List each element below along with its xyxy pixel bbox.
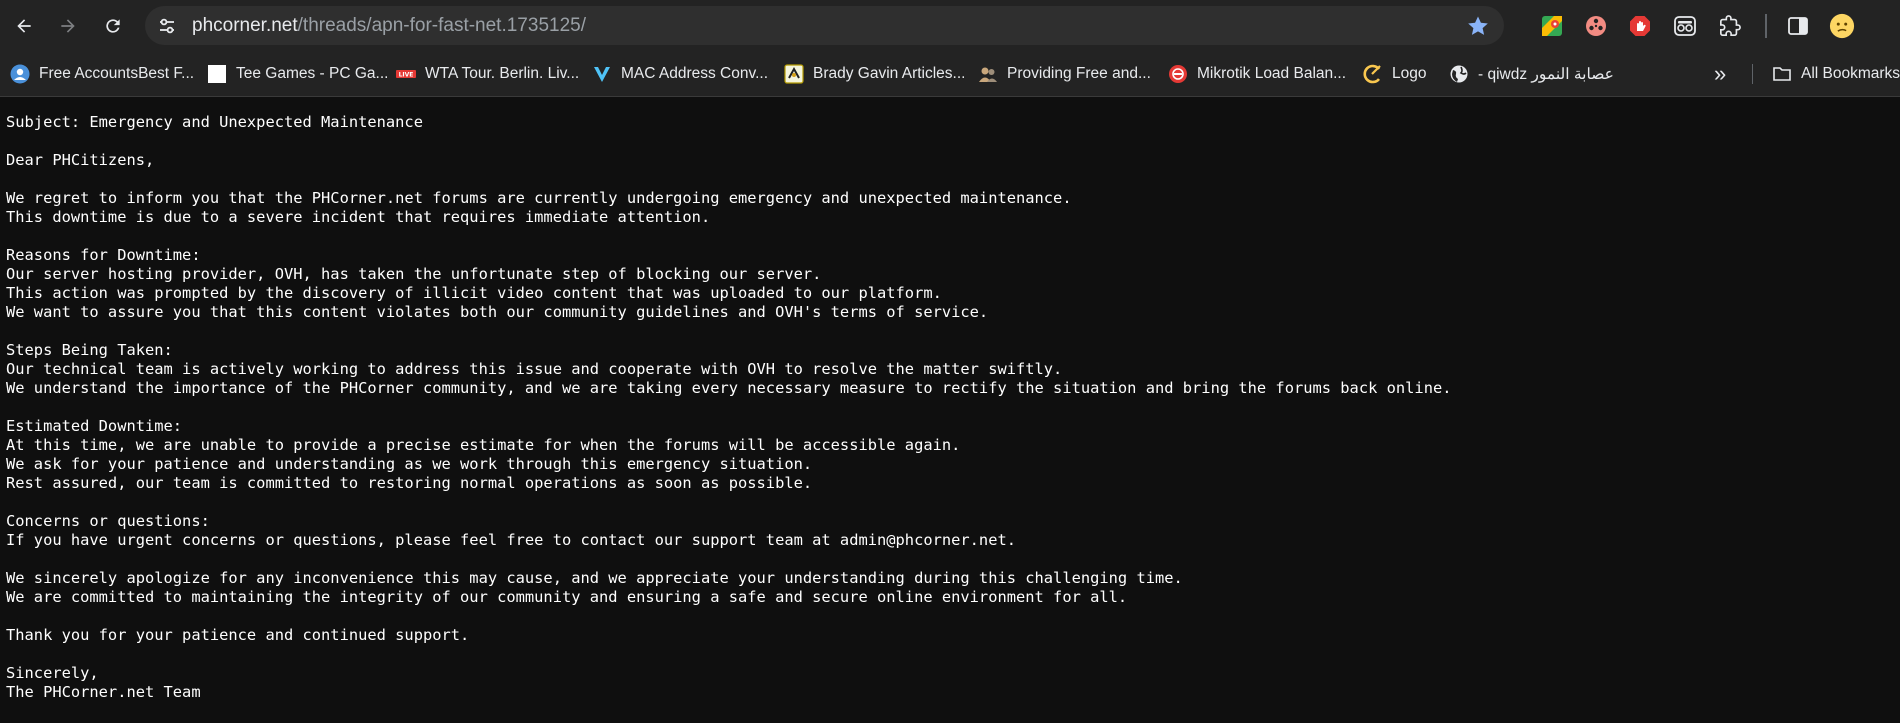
bookmark-item[interactable]: MAC Address Conv... bbox=[592, 51, 768, 97]
film-reel-extension-icon[interactable] bbox=[1583, 13, 1609, 39]
bookmark-item[interactable]: Free AccountsBest F... bbox=[10, 51, 194, 97]
maintenance-message: Subject: Emergency and Unexpected Mainte… bbox=[6, 113, 1886, 702]
bookmark-label: Brady Gavin Articles... bbox=[813, 65, 966, 82]
bookmark-item[interactable]: Mikrotik Load Balan... bbox=[1168, 51, 1346, 97]
message-line: Our technical team is actively working t… bbox=[6, 360, 1063, 378]
message-line: At this time, we are unable to provide a… bbox=[6, 436, 961, 454]
bookmark-label: Mikrotik Load Balan... bbox=[1197, 65, 1347, 82]
bookmark-item[interactable]: Logo bbox=[1363, 51, 1426, 97]
bookmarks-overflow-button[interactable]: » bbox=[1714, 51, 1726, 97]
message-line: Subject: Emergency and Unexpected Mainte… bbox=[6, 113, 423, 131]
folder-icon bbox=[1772, 64, 1792, 84]
profile-avatar-icon[interactable] bbox=[1829, 13, 1855, 39]
url-text[interactable]: phcorner.net/threads/apn-for-fast-net.17… bbox=[192, 6, 586, 45]
incognito-glasses-icon[interactable] bbox=[1672, 13, 1698, 39]
site-info-button[interactable] bbox=[156, 15, 178, 37]
all-bookmarks-label: All Bookmarks bbox=[1801, 65, 1900, 82]
star-icon[interactable] bbox=[1466, 14, 1490, 38]
bookmark-label: Providing Free and... bbox=[1007, 65, 1151, 82]
back-button[interactable] bbox=[8, 10, 40, 42]
bookmark-label: Tee Games - PC Ga... bbox=[236, 65, 389, 82]
message-line: Our server hosting provider, OVH, has ta… bbox=[6, 265, 822, 283]
browser-toolbar: phcorner.net/threads/apn-for-fast-net.17… bbox=[0, 0, 1900, 51]
tune-icon bbox=[160, 18, 174, 34]
bookmark-item[interactable]: Providing Free and... bbox=[978, 51, 1151, 97]
forward-button[interactable] bbox=[52, 10, 84, 42]
message-line: The PHCorner.net Team bbox=[6, 683, 201, 701]
bookmark-label: MAC Address Conv... bbox=[621, 65, 769, 82]
message-line: Reasons for Downtime: bbox=[6, 246, 201, 264]
message-line: Dear PHCitizens, bbox=[6, 151, 155, 169]
v-logo-icon bbox=[592, 64, 612, 84]
bookmark-item[interactable]: LIVE WTA Tour. Berlin. Liv... bbox=[396, 51, 579, 97]
bookmark-label: Logo bbox=[1392, 65, 1427, 82]
bookmark-item[interactable]: Tee Games - PC Ga... bbox=[207, 51, 388, 97]
reload-button[interactable] bbox=[97, 10, 129, 42]
message-line: Concerns or questions: bbox=[6, 512, 210, 530]
white-page-icon bbox=[207, 64, 227, 84]
all-bookmarks-button[interactable]: All Bookmarks bbox=[1772, 51, 1900, 97]
message-line: We ask for your patience and understandi… bbox=[6, 455, 813, 473]
bookmark-label: WTA Tour. Berlin. Liv... bbox=[425, 65, 580, 82]
message-line: We regret to inform you that the PHCorne… bbox=[6, 189, 1072, 207]
message-line: Sincerely, bbox=[6, 664, 99, 682]
live-badge-icon: LIVE bbox=[396, 64, 416, 84]
bookmark-item[interactable]: - qiwdz عصابة النمور bbox=[1449, 51, 1614, 97]
chevron-double-right-icon: » bbox=[1714, 61, 1727, 86]
puzzle-icon[interactable] bbox=[1717, 13, 1743, 39]
arrow-left-icon bbox=[17, 19, 31, 33]
adblock-hand-icon[interactable] bbox=[1627, 13, 1653, 39]
side-panel-icon[interactable] bbox=[1785, 13, 1811, 39]
message-line: Thank you for your patience and continue… bbox=[6, 626, 470, 644]
message-line: We are committed to maintaining the inte… bbox=[6, 588, 1128, 606]
url-path: /threads/apn-for-fast-net.1735125/ bbox=[297, 14, 586, 36]
message-line: If you have urgent concerns or questions… bbox=[6, 531, 1016, 549]
message-line: We want to assure you that this content … bbox=[6, 303, 989, 321]
message-line: This action was prompted by the discover… bbox=[6, 284, 942, 302]
svg-text:LIVE: LIVE bbox=[399, 72, 414, 79]
url-host: phcorner.net bbox=[192, 14, 298, 36]
arrow-right-icon bbox=[61, 19, 75, 33]
bookmarks-divider bbox=[1752, 64, 1753, 84]
globe-icon bbox=[1449, 64, 1469, 84]
message-line: Steps Being Taken: bbox=[6, 341, 173, 359]
maps-extension-icon[interactable] bbox=[1539, 13, 1565, 39]
message-line: Estimated Downtime: bbox=[6, 417, 183, 435]
bookmark-label: Free AccountsBest F... bbox=[39, 65, 195, 82]
user-account-icon bbox=[10, 64, 30, 84]
mikrotik-logo-icon bbox=[1168, 64, 1188, 84]
address-bar[interactable]: phcorner.net/threads/apn-for-fast-net.17… bbox=[145, 6, 1504, 45]
logo-c-icon bbox=[1363, 64, 1383, 84]
reload-icon bbox=[106, 19, 120, 33]
message-line: Rest assured, our team is committed to r… bbox=[6, 474, 813, 492]
bookmarks-bar: Free AccountsBest F... Tee Games - PC Ga… bbox=[0, 51, 1900, 97]
bookmark-item[interactable]: Brady Gavin Articles... bbox=[784, 51, 965, 97]
message-line: We sincerely apologize for any inconveni… bbox=[6, 569, 1183, 587]
message-line: We understand the importance of the PHCo… bbox=[6, 379, 1452, 397]
bookmark-label: - qiwdz عصابة النمور bbox=[1478, 65, 1614, 83]
message-line: This downtime is due to a severe inciden… bbox=[6, 208, 711, 226]
article-logo-icon bbox=[784, 64, 804, 84]
toolbar-divider bbox=[1765, 14, 1767, 38]
people-icon bbox=[978, 64, 998, 84]
